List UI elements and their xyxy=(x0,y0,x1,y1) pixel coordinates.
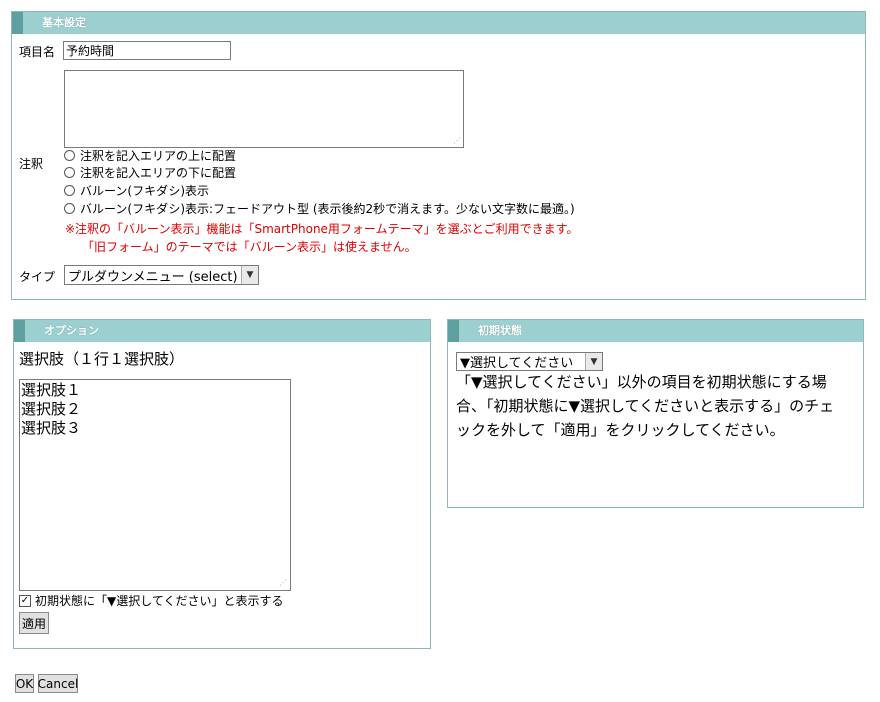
resize-grip-icon[interactable]: ⋰ xyxy=(278,578,287,587)
annotation-textarea[interactable] xyxy=(64,70,464,148)
chevron-down-icon: ▼ xyxy=(585,353,602,370)
item-name-label: 項目名 xyxy=(19,45,56,59)
apply-button[interactable]: 適用 xyxy=(19,612,49,634)
radio-button[interactable] xyxy=(64,185,75,196)
choices-textarea[interactable] xyxy=(19,379,291,591)
type-select[interactable]: プルダウンメニュー (select) ▼ xyxy=(64,265,259,285)
item-name-input[interactable] xyxy=(63,41,231,60)
checkmark-icon[interactable]: ✓ xyxy=(19,594,31,607)
initial-state-header: 初期状態 xyxy=(448,320,863,342)
radio-annotation-below[interactable]: 注釈を記入エリアの下に配置 xyxy=(64,164,236,181)
cancel-button[interactable]: Cancel xyxy=(38,674,78,693)
radio-annotation-above[interactable]: 注釈を記入エリアの上に配置 xyxy=(64,147,236,164)
initial-prompt-checkbox-label: 初期状態に「▼選択してください」と表示する xyxy=(35,594,284,608)
radio-label: バルーン(フキダシ)表示 xyxy=(80,184,210,198)
radio-label: バルーン(フキダシ)表示:フェードアウト型 (表示後約2秒で消えます。少ない文字… xyxy=(80,202,575,216)
chevron-down-icon: ▼ xyxy=(241,266,258,284)
choices-label: 選択肢（１行１選択肢） xyxy=(19,350,185,368)
options-panel: オプション 選択肢（１行１選択肢） ⋰ ✓ 初期状態に「▼選択してください」と表… xyxy=(13,319,431,649)
radio-balloon[interactable]: バルーン(フキダシ)表示 xyxy=(64,182,209,199)
balloon-note-line1: ※注釈の「バルーン表示」機能は「SmartPhone用フォームテーマ」を選ぶとご… xyxy=(65,222,579,236)
initial-state-panel: 初期状態 ▼選択してください ▼ 「▼選択してください」以外の項目を初期状態にす… xyxy=(447,319,864,508)
resize-grip-icon[interactable]: ⋰ xyxy=(452,136,461,145)
initial-prompt-checkbox-row[interactable]: ✓ 初期状態に「▼選択してください」と表示する xyxy=(19,592,284,609)
options-header: オプション xyxy=(14,320,430,342)
radio-button[interactable] xyxy=(64,150,75,161)
initial-state-select-value: ▼選択してください xyxy=(460,356,574,371)
initial-state-description: 「▼選択してください」以外の項目を初期状態にする場合、「初期状態に▼選択してくだ… xyxy=(456,373,835,439)
radio-button[interactable] xyxy=(64,203,75,214)
radio-button[interactable] xyxy=(64,167,75,178)
type-select-value: プルダウンメニュー (select) xyxy=(68,269,238,285)
initial-state-select[interactable]: ▼選択してください ▼ xyxy=(456,352,603,371)
annotation-label: 注釈 xyxy=(19,157,44,171)
radio-label: 注釈を記入エリアの下に配置 xyxy=(80,166,237,180)
basic-settings-panel: 基本設定 項目名 ⋰ 注釈 注釈を記入エリアの上に配置 注釈を記入エリアの下に配… xyxy=(11,11,866,300)
balloon-note-line2: 「旧フォーム」のテーマでは「バルーン表示」は使えません。 xyxy=(82,240,417,254)
radio-label: 注釈を記入エリアの上に配置 xyxy=(80,149,237,163)
basic-settings-header: 基本設定 xyxy=(12,12,865,34)
type-label: タイプ xyxy=(19,270,56,284)
radio-balloon-fadeout[interactable]: バルーン(フキダシ)表示:フェードアウト型 (表示後約2秒で消えます。少ない文字… xyxy=(64,200,575,217)
ok-button[interactable]: OK xyxy=(15,674,34,693)
